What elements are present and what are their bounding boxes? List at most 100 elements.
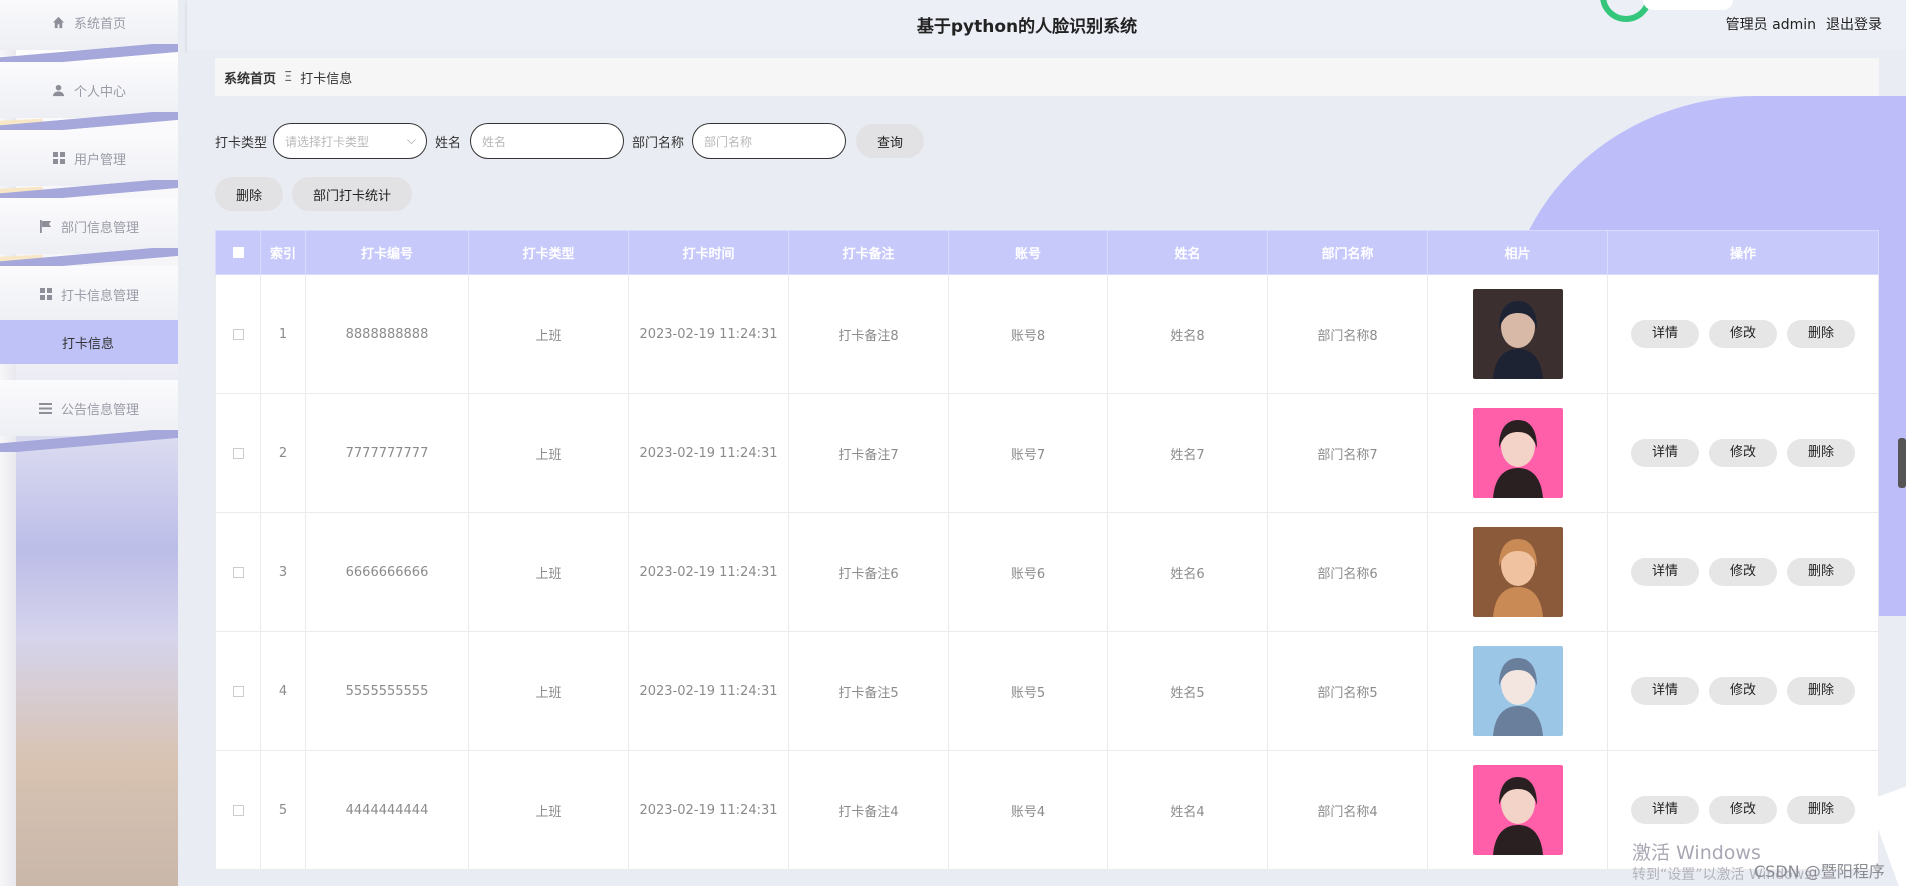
sidebar: 系统首页 个人中心 用户管理 部门信息管理 打卡信息管理 打卡信息 公告信息管理	[0, 0, 178, 886]
breadcrumb-home[interactable]: 系统首页	[224, 68, 276, 87]
top-bar: 基于python的人脸识别系统 CU 33℃ 管理员 admin退出登录	[187, 0, 1906, 50]
cell-remark: 打卡备注7	[788, 393, 949, 513]
cell-dept: 部门名称8	[1267, 274, 1428, 394]
sidebar-item-checkin-management[interactable]: 打卡信息管理	[0, 266, 178, 322]
sidebar-subitem-checkin-info[interactable]: 打卡信息	[0, 320, 178, 364]
sidebar-item-announcements[interactable]: 公告信息管理	[0, 380, 178, 436]
sidebar-item-departments[interactable]: 部门信息管理	[0, 198, 178, 254]
cell-code: 5555555555	[305, 631, 469, 751]
dept-input[interactable]: 部门名称	[692, 123, 846, 159]
detail-button[interactable]: 详情	[1631, 677, 1699, 705]
scrollbar-thumb[interactable]	[1898, 438, 1906, 488]
cell-photo	[1427, 274, 1608, 394]
cell-photo	[1427, 750, 1608, 870]
user-label: 管理员 admin	[1725, 17, 1816, 33]
query-button[interactable]: 查询	[856, 124, 924, 158]
flag-icon	[39, 219, 53, 233]
cell-name: 姓名8	[1107, 274, 1268, 394]
cell-remark: 打卡备注6	[788, 512, 949, 632]
person-photo[interactable]	[1472, 765, 1563, 855]
cell-index: 2	[260, 393, 306, 513]
row-delete-button[interactable]: 删除	[1787, 677, 1855, 705]
row-checkbox[interactable]	[232, 804, 244, 816]
row-delete-button[interactable]: 删除	[1787, 320, 1855, 348]
cell-type: 上班	[468, 393, 629, 513]
row-checkbox-cell[interactable]	[215, 631, 261, 751]
type-label: 打卡类型	[215, 136, 268, 151]
person-photo[interactable]	[1472, 527, 1563, 617]
sidebar-item-users[interactable]: 用户管理	[0, 130, 178, 186]
cell-index: 3	[260, 512, 306, 632]
cell-remark: 打卡备注8	[788, 274, 949, 394]
row-checkbox[interactable]	[232, 447, 244, 459]
person-icon	[52, 83, 66, 97]
row-delete-button[interactable]: 删除	[1787, 558, 1855, 586]
select-all-checkbox[interactable]	[232, 247, 244, 258]
person-photo[interactable]	[1472, 646, 1563, 736]
select-all-header[interactable]	[215, 230, 261, 275]
name-label: 姓名	[435, 136, 462, 151]
cell-name: 姓名6	[1107, 512, 1268, 632]
sidebar-item-label: 部门信息管理	[60, 220, 139, 236]
detail-button[interactable]: 详情	[1631, 796, 1699, 824]
person-photo[interactable]	[1472, 408, 1563, 498]
name-input-placeholder: 姓名	[482, 134, 507, 149]
col-header: 索引	[260, 230, 306, 275]
cell-remark: 打卡备注5	[788, 631, 949, 751]
sidebar-item-label: 用户管理	[73, 152, 126, 168]
row-checkbox[interactable]	[232, 566, 244, 578]
row-checkbox-cell[interactable]	[215, 393, 261, 513]
table-header-row: 索引 打卡编号 打卡类型 打卡时间 打卡备注 账号 姓名 部门名称 相片 操作	[215, 230, 1879, 275]
sidebar-item-profile[interactable]: 个人中心	[0, 62, 178, 118]
cell-name: 姓名7	[1107, 393, 1268, 513]
col-header: 打卡类型	[468, 230, 629, 275]
sidebar-item-label: 系统首页	[73, 16, 126, 32]
row-checkbox[interactable]	[232, 685, 244, 697]
row-delete-button[interactable]: 删除	[1787, 796, 1855, 824]
row-checkbox-cell[interactable]	[215, 750, 261, 870]
edit-button[interactable]: 修改	[1709, 558, 1777, 586]
person-photo[interactable]	[1472, 289, 1563, 379]
delete-button[interactable]: 删除	[215, 177, 283, 211]
table-row[interactable]: 2 7777777777 上班 2023-02-19 11:24:31 打卡备注7 账号7…	[215, 393, 1879, 513]
edit-button[interactable]: 修改	[1709, 439, 1777, 467]
detail-button[interactable]: 详情	[1631, 439, 1699, 467]
col-header: 打卡时间	[628, 230, 789, 275]
table-row[interactable]: 1 8888888888 上班 2023-02-19 11:24:31 打卡备注8 账号8…	[215, 274, 1879, 394]
col-header: 相片	[1427, 230, 1608, 275]
sidebar-item-home[interactable]: 系统首页	[0, 0, 178, 50]
name-input[interactable]: 姓名	[470, 123, 624, 159]
col-header: 部门名称	[1267, 230, 1428, 275]
edit-button[interactable]: 修改	[1709, 320, 1777, 348]
table-row[interactable]: 4 5555555555 上班 2023-02-19 11:24:31 打卡备注5 账号5…	[215, 631, 1879, 751]
dept-label: 部门名称	[632, 136, 685, 151]
cell-account: 账号4	[948, 750, 1108, 870]
detail-button[interactable]: 详情	[1631, 320, 1699, 348]
table-row[interactable]: 3 6666666666 上班 2023-02-19 11:24:31 打卡备注6 账号6…	[215, 512, 1879, 632]
sidebar-item-label: 公告信息管理	[60, 402, 139, 418]
col-header: 姓名	[1107, 230, 1268, 275]
cell-dept: 部门名称7	[1267, 393, 1428, 513]
main-content: 系统首页 Ξ 打卡信息 打卡类型 请选择打卡类型 ⌵ 姓名 姓名 部门名称 部门…	[187, 50, 1906, 886]
logout-link[interactable]: 退出登录	[1826, 17, 1882, 33]
cell-code: 6666666666	[305, 512, 469, 632]
chevron-down-icon: ⌵	[406, 133, 416, 147]
row-checkbox-cell[interactable]	[215, 274, 261, 394]
row-checkbox-cell[interactable]	[215, 512, 261, 632]
cell-photo	[1427, 631, 1608, 751]
breadcrumb-current: 打卡信息	[300, 71, 353, 87]
detail-button[interactable]: 详情	[1631, 558, 1699, 586]
edit-button[interactable]: 修改	[1709, 796, 1777, 824]
edit-button[interactable]: 修改	[1709, 677, 1777, 705]
cell-actions: 详情 修改 删除	[1607, 512, 1879, 632]
cell-actions: 详情 修改 删除	[1607, 274, 1879, 394]
row-checkbox[interactable]	[232, 328, 244, 340]
cell-photo	[1427, 393, 1608, 513]
row-delete-button[interactable]: 删除	[1787, 439, 1855, 467]
sidebar-item-label: 打卡信息管理	[60, 288, 139, 304]
type-select[interactable]: 请选择打卡类型 ⌵	[273, 123, 427, 159]
cell-time: 2023-02-19 11:24:31	[628, 750, 789, 870]
dept-stats-button[interactable]: 部门打卡统计	[292, 177, 412, 211]
table-row[interactable]: 5 4444444444 上班 2023-02-19 11:24:31 打卡备注4 账号4…	[215, 750, 1879, 870]
cell-code: 4444444444	[305, 750, 469, 870]
